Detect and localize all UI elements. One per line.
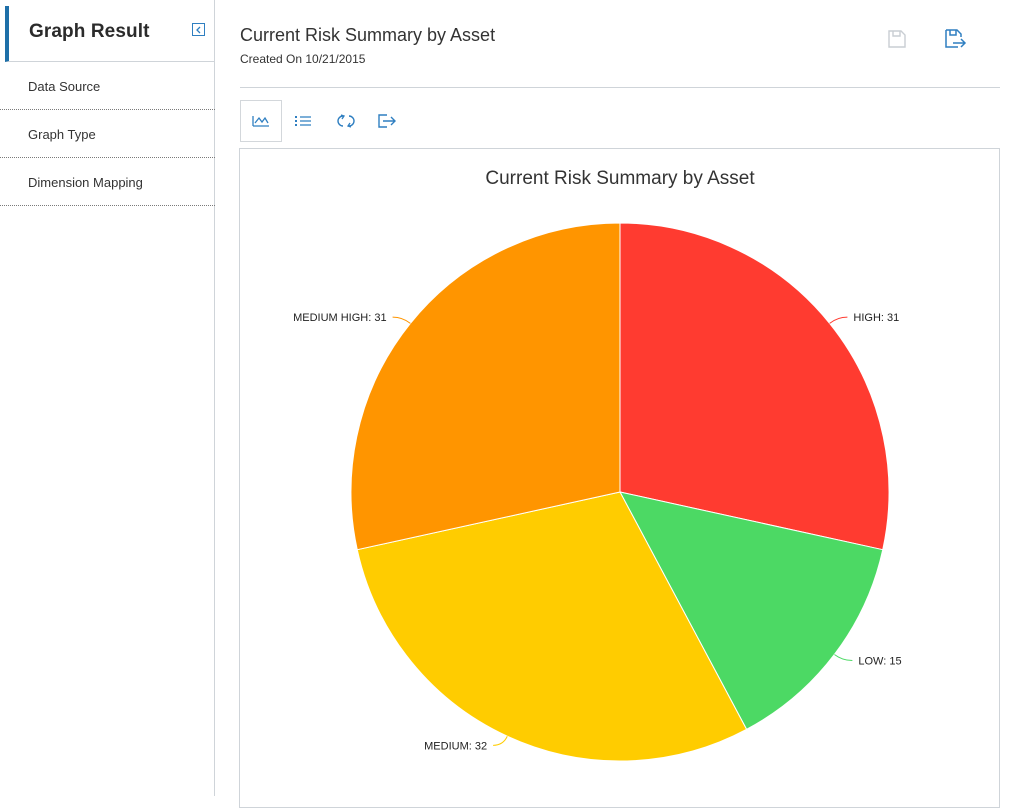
export-button[interactable] [374,100,400,142]
chart-panel: Current Risk Summary by Asset HIGH: 31 LO… [239,148,1000,808]
chart-view-button[interactable] [240,100,282,142]
sidebar-item-data-source[interactable]: Data Source [0,62,215,110]
page-title: Current Risk Summary by Asset [240,25,496,45]
pie-label: MEDIUM: 32 [424,740,487,752]
pie-label-connector [493,736,508,746]
pie-label-connector [834,654,853,662]
sidebar-item-graph-type[interactable]: Graph Type [0,110,215,158]
pie-slices [350,222,890,762]
chart-view-icon [252,116,269,127]
save-button[interactable] [887,29,907,54]
save-icon [888,30,906,48]
header-divider [240,87,1000,88]
sidebar-title: Graph Result [29,21,150,42]
sidebar-item-label: Graph Type [28,127,96,142]
list-view-button[interactable] [290,100,316,142]
sidebar-list: Data Source Graph Type Dimension Mapping [0,62,215,206]
export-icon [378,114,396,128]
sidebar-item-dimension-mapping[interactable]: Dimension Mapping [0,158,215,206]
pie-label-connector [392,316,411,324]
pie-label: HIGH: 31 [853,312,899,324]
sidebar-item-label: Data Source [28,79,101,94]
sidebar: Graph Result Data Source Graph Type Dime… [0,0,215,796]
chart-title: Current Risk Summary by Asset [485,168,755,189]
collapse-sidebar-button[interactable] [192,23,205,36]
pie-slice-medium-high[interactable] [350,222,621,551]
pie-label: MEDIUM HIGH: 31 [293,312,387,324]
chevron-left-icon [196,26,201,33]
refresh-icon [337,114,355,128]
sidebar-header: Graph Result [5,6,215,62]
sidebar-item-label: Dimension Mapping [28,175,143,190]
save-as-icon [945,29,967,48]
pie-chart: Current Risk Summary by Asset HIGH: 31 LO… [293,168,902,762]
pie-label: LOW: 15 [858,656,901,668]
save-as-button[interactable] [944,28,968,55]
refresh-button[interactable] [333,100,359,142]
page-subtitle: Created On 10/21/2015 [240,52,366,66]
pie-label-connector [829,316,848,324]
list-view-icon [295,116,311,126]
